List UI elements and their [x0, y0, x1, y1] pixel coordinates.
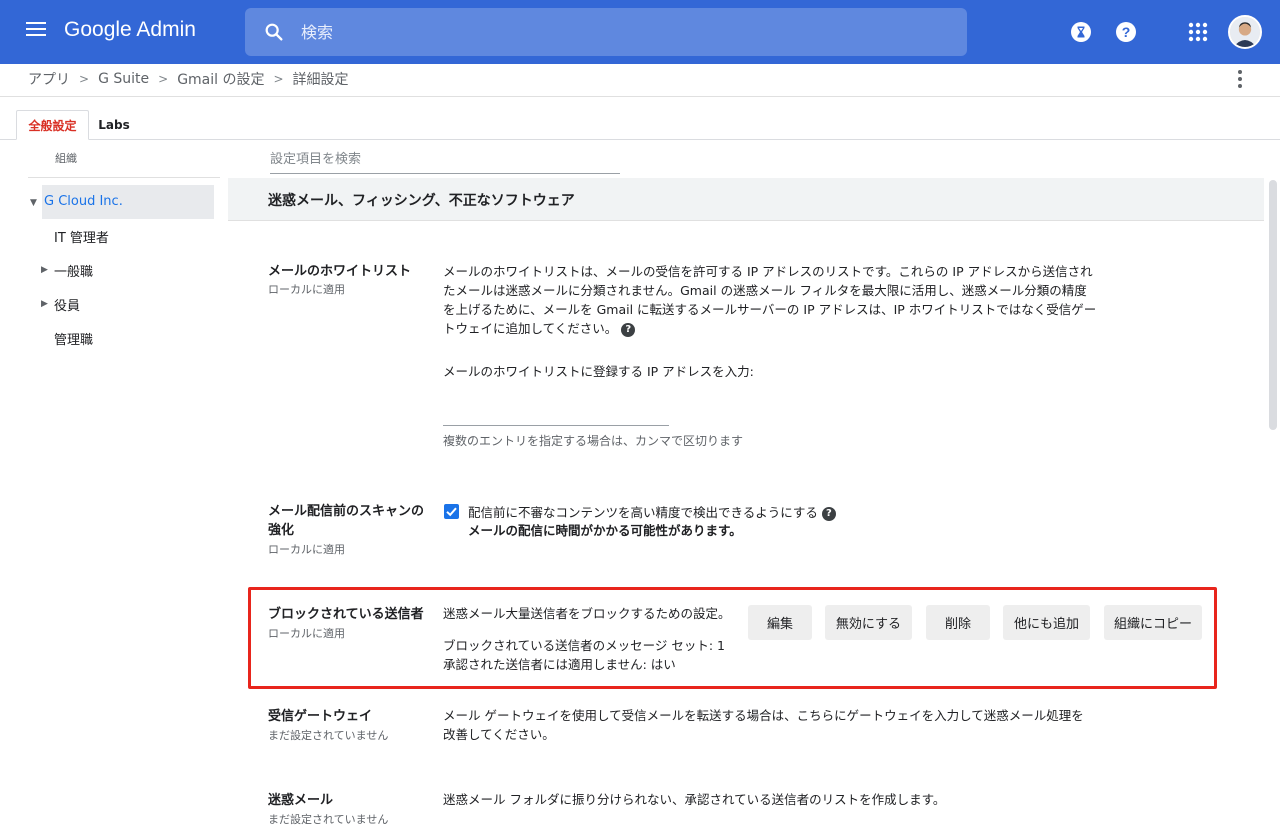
whitelist-hint: 複数のエントリを指定する場合は、カンマで区切ります — [443, 434, 744, 448]
divider — [28, 177, 220, 178]
top-app-bar: Google Admin ? — [0, 0, 1280, 64]
whitelist-input-label: メールのホワイトリストに登録する IP アドレスを入力: — [443, 364, 754, 379]
disable-button[interactable]: 無効にする — [825, 605, 912, 640]
spam-title: 迷惑メール — [268, 793, 334, 808]
search-icon — [265, 23, 283, 41]
org-unit-root[interactable]: G Cloud Inc. — [42, 185, 214, 219]
divider — [0, 96, 1280, 97]
blocked-senders-approved-note: 承認された送信者には適用しません: はい — [443, 657, 676, 672]
prescan-warning: メールの配信に時間がかかる可能性があります。 — [468, 523, 742, 538]
chevron-right-icon: > — [273, 72, 284, 86]
prescan-checkbox[interactable] — [444, 504, 459, 519]
blocked-senders-title: ブロックされている送信者 — [268, 607, 424, 622]
section-title: 迷惑メール、フィッシング、不正なソフトウェア — [268, 193, 575, 209]
delete-button[interactable]: 削除 — [926, 605, 990, 640]
main-menu-icon[interactable] — [26, 22, 46, 42]
blocked-senders-description: 迷惑メール大量送信者をブロックするための設定。 — [443, 606, 731, 621]
search-bar[interactable] — [245, 8, 967, 56]
inbound-gateway-title: 受信ゲートウェイ — [268, 709, 373, 724]
blocked-senders-message-set: ブロックされている送信者のメッセージ セット: 1 — [443, 638, 725, 653]
breadcrumb-advanced-settings: 詳細設定 — [292, 72, 349, 88]
breadcrumb-apps[interactable]: アプリ — [28, 69, 70, 89]
caret-down-icon[interactable]: ▼ — [30, 198, 37, 208]
inbound-gateway-description: メール ゲートウェイを使用して受信メールを転送する場合は、こちらにゲートウェイを… — [443, 706, 1084, 744]
scrollbar[interactable] — [1269, 180, 1277, 430]
org-unit-executives[interactable]: 役員 — [54, 295, 80, 314]
whitelist-desc-line: を上げるために、メールを Gmail に転送するメールサーバーの IP アドレス… — [443, 302, 1097, 317]
whitelist-description: メールのホワイトリストは、メールの受信を許可する IP アドレスのリストです。こ… — [443, 262, 1096, 338]
whitelist-ip-input[interactable] — [443, 402, 669, 426]
chevron-right-icon: > — [158, 72, 169, 86]
org-unit-it-admin[interactable]: IT 管理者 — [54, 227, 109, 246]
spam-description: 迷惑メール フォルダに振り分けられない、承認されている送信者のリストを作成します… — [443, 792, 946, 807]
section-header[interactable]: 迷惑メール、フィッシング、不正なソフトウェア — [228, 178, 1264, 221]
gateway-desc-line: メール ゲートウェイを使用して受信メールを転送する場合は、こちらにゲートウェイを… — [443, 708, 1084, 723]
hourglass-icon[interactable] — [1069, 20, 1093, 44]
account-avatar[interactable] — [1228, 15, 1262, 49]
settings-search-input[interactable] — [270, 146, 620, 174]
gateway-desc-line: 改善してください。 — [443, 727, 555, 742]
breadcrumb: アプリ > G Suite > Gmail の設定 > 詳細設定 — [28, 69, 349, 89]
add-another-button[interactable]: 他にも追加 — [1003, 605, 1090, 640]
whitelist-desc-line: メールのホワイトリストは、メールの受信を許可する IP アドレスのリストです。こ… — [443, 264, 1093, 279]
apps-grid-icon[interactable] — [1186, 20, 1210, 44]
whitelist-scope: ローカルに適用 — [268, 283, 345, 296]
copy-to-org-button[interactable]: 組織にコピー — [1104, 605, 1202, 640]
whitelist-desc-line: トウェイに追加してください。 — [443, 321, 618, 336]
tab-general-settings[interactable]: 全般設定 — [16, 110, 89, 140]
more-vert-icon[interactable] — [1232, 68, 1248, 90]
help-circle-icon[interactable]: ? — [821, 507, 836, 521]
edit-button[interactable]: 編集 — [748, 605, 812, 640]
org-heading: 組織 — [55, 152, 77, 165]
tab-labs[interactable]: Labs — [92, 110, 136, 140]
blocked-senders-scope: ローカルに適用 — [268, 627, 345, 640]
whitelist-desc-line: たメールは迷惑メールに分類されません。Gmail の迷惑メール フィルタを最大限… — [443, 283, 1087, 298]
chevron-right-icon: > — [79, 72, 90, 86]
org-unit-general[interactable]: 一般職 — [54, 261, 93, 280]
brand-logo[interactable]: Google Admin — [64, 18, 196, 42]
help-icon[interactable]: ? — [1114, 20, 1138, 44]
inbound-gateway-status: まだ設定されていません — [268, 729, 389, 742]
caret-right-icon[interactable]: ▶ — [41, 299, 48, 309]
check-icon — [446, 507, 457, 517]
org-unit-managers[interactable]: 管理職 — [54, 329, 93, 348]
caret-right-icon[interactable]: ▶ — [41, 265, 48, 275]
spam-status: まだ設定されていません — [268, 813, 389, 826]
prescan-title: メール配信前のスキャンの強化 — [268, 504, 425, 538]
prescan-scope: ローカルに適用 — [268, 543, 345, 556]
search-input[interactable] — [301, 18, 901, 46]
help-circle-icon[interactable]: ? — [621, 323, 636, 337]
prescan-label-text: 配信前に不審なコンテンツを高い精度で検出できるようにする — [468, 505, 818, 520]
prescan-checkbox-label[interactable]: 配信前に不審なコンテンツを高い精度で検出できるようにする? — [468, 503, 836, 522]
svg-text:?: ? — [1122, 24, 1131, 40]
whitelist-title: メールのホワイトリスト — [268, 264, 412, 279]
breadcrumb-gsuite[interactable]: G Suite — [98, 71, 149, 87]
breadcrumb-gmail-settings[interactable]: Gmail の設定 — [177, 69, 264, 89]
tabs-divider — [0, 139, 1280, 140]
